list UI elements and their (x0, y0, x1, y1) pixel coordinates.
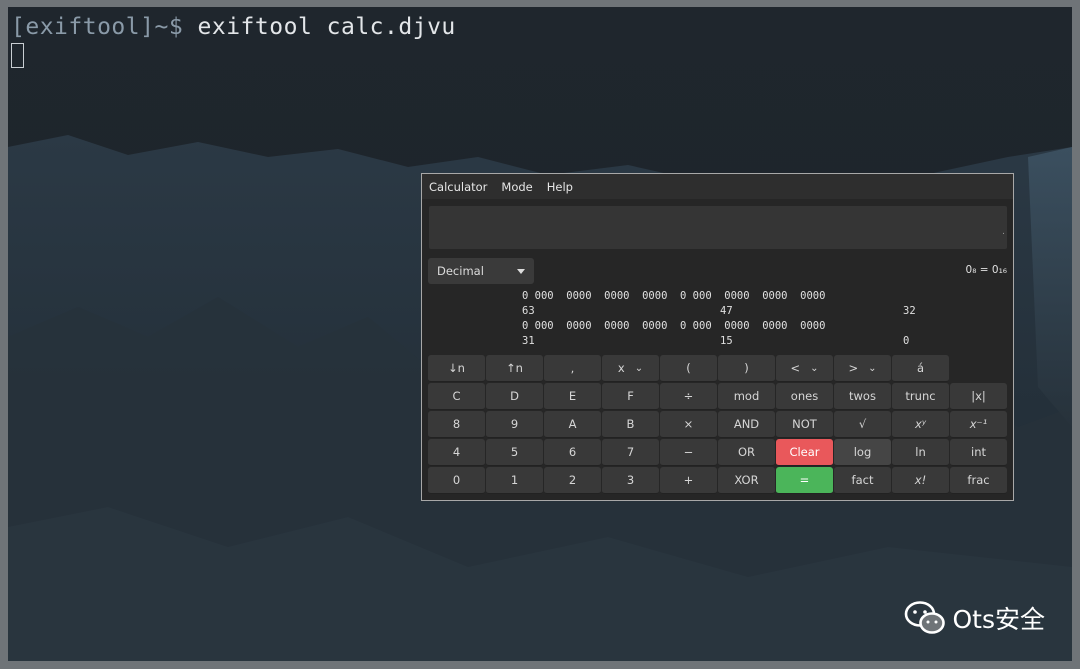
fact-button[interactable]: fact (834, 467, 891, 494)
key-d[interactable]: D (486, 383, 543, 410)
frac-button[interactable]: frac (950, 467, 1007, 494)
bit-label: 63 (522, 305, 535, 317)
key-9[interactable]: 9 (486, 411, 543, 438)
shift-left-button[interactable]: < ⌄ (776, 355, 833, 382)
calculator-window: Calculator Mode Help . Decimal 0₈ = 0₁₆ … (421, 173, 1014, 501)
bit-row-low[interactable]: 0 000 0000 0000 0000 0 000 0000 0000 000… (522, 320, 922, 335)
bit-label: 31 (522, 335, 535, 347)
xor-button[interactable]: XOR (718, 467, 775, 494)
chevron-down-icon: ⌄ (810, 362, 819, 374)
wechat-icon (905, 601, 946, 634)
inverse-button[interactable]: x⁻¹ (950, 411, 1007, 438)
bit-label: 15 (720, 335, 733, 347)
abs-button[interactable]: |x| (950, 383, 1007, 410)
equals-button[interactable]: = (776, 467, 833, 494)
key-f[interactable]: F (602, 383, 659, 410)
menu-calculator[interactable]: Calculator (429, 180, 487, 194)
key-b[interactable]: B (602, 411, 659, 438)
shift-right-button[interactable]: > ⌄ (834, 355, 891, 382)
display-caret: . (1002, 227, 1005, 237)
key-0[interactable]: 0 (428, 467, 485, 494)
bit-row-high[interactable]: 0 000 0000 0000 0000 0 000 0000 0000 000… (522, 290, 922, 305)
open-paren-button[interactable]: ( (660, 355, 717, 382)
or-button[interactable]: OR (718, 439, 775, 466)
typed-command: exiftool calc.djvu (183, 14, 456, 40)
base-conversion-readout: 0₈ = 0₁₆ (965, 264, 1007, 276)
twos-complement-button[interactable]: twos (834, 383, 891, 410)
chevron-down-icon: ⌄ (634, 362, 644, 374)
add-button[interactable]: + (660, 467, 717, 494)
subtract-button[interactable]: − (660, 439, 717, 466)
menu-bar: Calculator Mode Help (422, 174, 1013, 199)
calculator-display[interactable]: . (429, 206, 1007, 249)
sqrt-button[interactable]: √ (834, 411, 891, 438)
menu-help[interactable]: Help (547, 180, 573, 194)
log-button[interactable]: log (834, 439, 891, 466)
int-button[interactable]: int (950, 439, 1007, 466)
variable-x-button[interactable]: x ⌄ (602, 355, 659, 382)
character-button[interactable]: á (892, 355, 949, 382)
number-base-dropdown[interactable]: Decimal (428, 258, 534, 284)
trunc-button[interactable]: trunc (892, 383, 949, 410)
shift-up-button[interactable]: ↑n (486, 355, 543, 382)
base-selected-value: Decimal (437, 264, 484, 278)
key-1[interactable]: 1 (486, 467, 543, 494)
key-4[interactable]: 4 (428, 439, 485, 466)
key-3[interactable]: 3 (602, 467, 659, 494)
key-8[interactable]: 8 (428, 411, 485, 438)
terminal-cursor[interactable] (11, 43, 24, 68)
bit-label: 0 (903, 335, 910, 347)
factorial-button[interactable]: x! (892, 467, 949, 494)
bit-label: 47 (720, 305, 733, 317)
key-2[interactable]: 2 (544, 467, 601, 494)
key-5[interactable]: 5 (486, 439, 543, 466)
clear-button[interactable]: Clear (776, 439, 833, 466)
key-6[interactable]: 6 (544, 439, 601, 466)
bit-label: 32 (903, 305, 916, 317)
chevron-down-icon: ⌄ (868, 362, 877, 374)
watermark: Ots安全 (904, 600, 1045, 636)
shift-right-label: > (848, 361, 859, 375)
key-c[interactable]: C (428, 383, 485, 410)
decimal-point-button[interactable]: , (544, 355, 601, 382)
close-paren-button[interactable]: ) (718, 355, 775, 382)
shell-prompt: [exiftool]~$ (11, 14, 184, 40)
mod-button[interactable]: mod (718, 383, 775, 410)
power-button[interactable]: xʸ (892, 411, 949, 438)
key-a[interactable]: A (544, 411, 601, 438)
bit-labels-low: 31 15 0 (522, 335, 922, 350)
ln-button[interactable]: ln (892, 439, 949, 466)
divide-button[interactable]: ÷ (660, 383, 717, 410)
menu-mode[interactable]: Mode (501, 180, 532, 194)
shift-down-button[interactable]: ↓n (428, 355, 485, 382)
bit-display: 0 000 0000 0000 0000 0 000 0000 0000 000… (522, 290, 922, 350)
watermark-text: Ots安全 (952, 605, 1045, 634)
shift-left-label: < (790, 361, 801, 375)
ones-complement-button[interactable]: ones (776, 383, 833, 410)
chevron-down-icon (517, 269, 525, 274)
not-button[interactable]: NOT (776, 411, 833, 438)
key-7[interactable]: 7 (602, 439, 659, 466)
terminal-command-line: [exiftool]~$ exiftool calc.djvu (11, 14, 456, 40)
bit-labels-high: 63 47 32 (522, 305, 922, 320)
multiply-button[interactable]: × (660, 411, 717, 438)
variable-x-label: x (617, 361, 625, 375)
and-button[interactable]: AND (718, 411, 775, 438)
key-e[interactable]: E (544, 383, 601, 410)
